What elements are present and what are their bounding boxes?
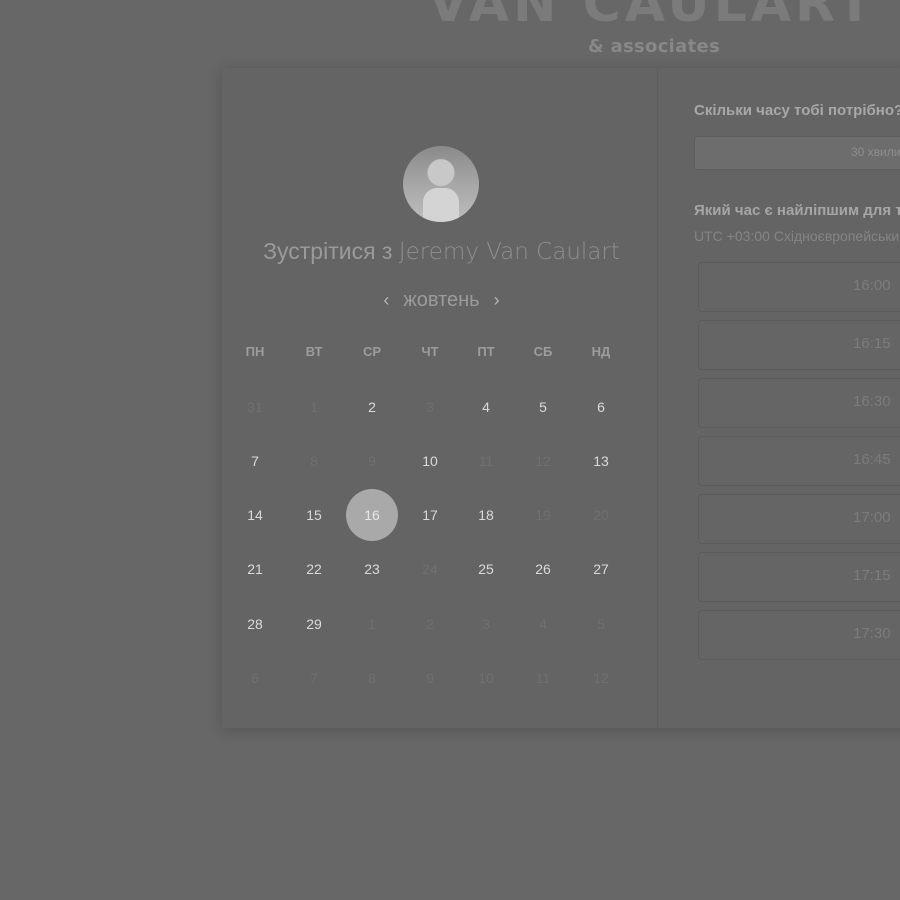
- calendar-day[interactable]: 23: [346, 543, 398, 595]
- time-slot-button[interactable]: 16:15: [698, 320, 900, 370]
- time-slot-button[interactable]: 16:00: [698, 262, 900, 312]
- time-slot-label: 17:15: [853, 567, 891, 584]
- time-slot-label: 16:00: [853, 277, 891, 294]
- time-slot-button[interactable]: 17:15: [698, 552, 900, 602]
- calendar-day[interactable]: 27: [575, 543, 627, 595]
- calendar-day[interactable]: 13: [575, 435, 627, 487]
- duration-select[interactable]: 30 хвилин: [694, 136, 900, 170]
- calendar-day[interactable]: 17: [404, 489, 456, 541]
- time-question: Який час є найліпшим для тебе?: [694, 202, 900, 219]
- calendar-day: 3: [482, 616, 490, 632]
- calendar-day[interactable]: 29: [288, 598, 340, 650]
- calendar-day: 2: [426, 616, 434, 632]
- duration-value: 30 хвилин: [851, 145, 900, 159]
- calendar-day[interactable]: 6: [575, 381, 627, 433]
- time-slot-button[interactable]: 17:30: [698, 610, 900, 660]
- calendar-day: 5: [597, 616, 605, 632]
- calendar-day[interactable]: 26: [517, 543, 569, 595]
- calendar-day: 11: [535, 670, 551, 686]
- calendar-day: 1: [368, 616, 376, 632]
- calendar-grid: 31 1 2 3 4 5 6 7 8 9 10 11 12 13 14 15 16 17 18 19 20 21 22 23 2…: [222, 68, 661, 728]
- calendar-day[interactable]: 28: [229, 598, 281, 650]
- timezone-label: UTC +03:00 Східноєвропейський час: [694, 228, 900, 244]
- calendar-day-selected[interactable]: 16: [346, 489, 398, 541]
- calendar-day: 8: [310, 453, 318, 469]
- time-slot-label: 16:15: [853, 335, 891, 352]
- calendar-day[interactable]: 2: [346, 381, 398, 433]
- calendar-day: 1: [310, 399, 318, 415]
- time-slot-button[interactable]: 16:30: [698, 378, 900, 428]
- calendar-day: 6: [251, 670, 259, 686]
- calendar-day[interactable]: 15: [288, 489, 340, 541]
- time-slot-label: 16:30: [853, 393, 891, 410]
- calendar-panel: Зустрітися з Jeremy Van Caulart ‹ жовтен…: [222, 68, 658, 728]
- calendar-day[interactable]: 18: [460, 489, 512, 541]
- time-slot-label: 16:45: [853, 451, 891, 468]
- brand-header: VAN CAULART & associates: [0, 0, 900, 70]
- calendar-day: 4: [539, 616, 547, 632]
- duration-question: Скільки часу тобі потрібно?: [694, 102, 900, 119]
- time-slot-label: 17:30: [853, 625, 891, 642]
- calendar-day: 12: [535, 453, 551, 469]
- calendar-day: 9: [368, 453, 376, 469]
- calendar-day[interactable]: 10: [404, 435, 456, 487]
- calendar-day: 3: [426, 399, 434, 415]
- calendar-day: 31: [247, 399, 263, 415]
- calendar-day[interactable]: 5: [517, 381, 569, 433]
- time-slot-button[interactable]: 16:45: [698, 436, 900, 486]
- time-slot-button[interactable]: 17:00: [698, 494, 900, 544]
- calendar-day[interactable]: 4: [460, 381, 512, 433]
- calendar-day: 20: [593, 507, 609, 523]
- calendar-day: 19: [535, 507, 551, 523]
- calendar-day[interactable]: 14: [229, 489, 281, 541]
- time-slot-label: 17:00: [853, 509, 891, 526]
- calendar-day[interactable]: 7: [229, 435, 281, 487]
- calendar-day: 10: [478, 670, 494, 686]
- brand-logo: VAN CAULART: [428, 0, 877, 34]
- calendar-day: 24: [422, 561, 438, 577]
- calendar-day[interactable]: 22: [288, 543, 340, 595]
- calendar-day[interactable]: 21: [229, 543, 281, 595]
- calendar-day: 11: [478, 453, 494, 469]
- scheduler-panel: Скільки часу тобі потрібно? 30 хвилин Як…: [694, 68, 900, 728]
- booking-card: Зустрітися з Jeremy Van Caulart ‹ жовтен…: [222, 68, 900, 728]
- calendar-day: 12: [593, 670, 609, 686]
- calendar-day: 8: [368, 670, 376, 686]
- calendar-day: 7: [310, 670, 318, 686]
- calendar-day: 9: [426, 670, 434, 686]
- brand-subtitle: & associates: [588, 36, 721, 57]
- calendar-day[interactable]: 25: [460, 543, 512, 595]
